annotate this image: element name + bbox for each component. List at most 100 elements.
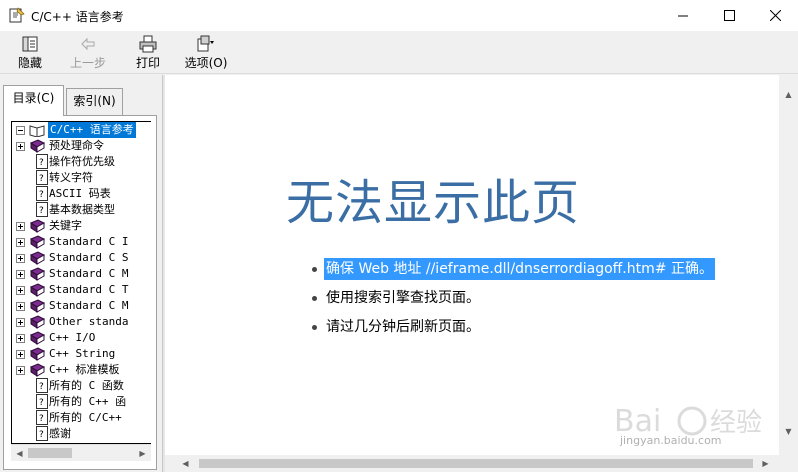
bullet-icon xyxy=(312,325,317,330)
scroll-right-arrow-icon[interactable]: ▶ xyxy=(757,455,774,472)
svg-text:?: ? xyxy=(39,398,44,408)
scrollbar-corner xyxy=(779,455,798,472)
content-horizontal-scrollbar[interactable]: ◀ ▶ xyxy=(165,455,779,472)
tree-scroll-thumb[interactable] xyxy=(28,448,72,458)
tree-item-label: Standard C I xyxy=(49,235,129,248)
tree-item-label: 感谢 xyxy=(49,427,71,440)
options-icon xyxy=(197,35,214,52)
tree-item-label: C++ String xyxy=(49,347,116,360)
tree-item-label: C++ 标准模板 xyxy=(49,363,120,376)
options-label: 选项(O) xyxy=(184,56,228,70)
printer-icon xyxy=(139,35,157,53)
scroll-up-arrow-icon[interactable]: ▲ xyxy=(780,86,797,103)
navigation-pane: 目录(C) 索引(N) C/C++ 语言参考 预处理命令? 操作符优先级? 转义字符?… xyxy=(0,75,162,472)
tree-item-label: C++ I/O xyxy=(49,331,96,344)
close-icon xyxy=(769,10,781,21)
maximize-icon xyxy=(723,10,735,21)
expand-plus-icon[interactable] xyxy=(16,238,25,247)
back-button[interactable]: 上一步 xyxy=(66,32,110,73)
tree-item-label: 关键字 xyxy=(49,219,82,232)
content-scroll-thumb[interactable] xyxy=(199,459,753,468)
minimize-icon xyxy=(677,15,688,17)
closed-book-icon xyxy=(29,139,45,153)
error-heading: 无法显示此页 xyxy=(286,175,581,231)
scroll-left-arrow-icon[interactable]: ◀ xyxy=(11,445,28,462)
tab-index-label: 索引(N) xyxy=(73,94,116,108)
help-page-icon: ? xyxy=(36,170,48,185)
print-button[interactable]: 打印 xyxy=(130,32,166,73)
watermark-url: jingyan.baidu.com xyxy=(620,434,722,447)
contents-tree[interactable]: C/C++ 语言参考 预处理命令? 操作符优先级? 转义字符? ASCII 码表? 基本数… xyxy=(11,121,151,444)
help-app-icon xyxy=(9,7,25,23)
minimize-button[interactable] xyxy=(660,0,706,31)
closed-book-icon xyxy=(29,315,45,329)
svg-text:?: ? xyxy=(39,430,44,440)
closed-book-icon xyxy=(29,267,45,281)
hide-pane-icon xyxy=(22,36,38,52)
tree-item-label: 基本数据类型 xyxy=(49,203,115,216)
help-page-icon: ? xyxy=(36,410,48,425)
bullet-icon xyxy=(312,296,317,301)
tab-contents[interactable]: 目录(C) xyxy=(3,85,64,116)
options-button[interactable]: 选项(O) xyxy=(180,32,232,73)
help-page-icon: ? xyxy=(36,202,48,217)
close-button[interactable] xyxy=(752,0,798,31)
expand-plus-icon[interactable] xyxy=(16,350,25,359)
tree-item-label: 操作符优先级 xyxy=(49,155,115,168)
svg-text:?: ? xyxy=(39,382,44,392)
help-page-icon: ? xyxy=(36,186,48,201)
help-page-icon: ? xyxy=(36,426,48,441)
expand-plus-icon[interactable] xyxy=(16,366,25,375)
expand-plus-icon[interactable] xyxy=(16,302,25,311)
expand-plus-icon[interactable] xyxy=(16,222,25,231)
closed-book-icon xyxy=(29,251,45,265)
closed-book-icon xyxy=(29,283,45,297)
help-page-icon: ? xyxy=(36,378,48,393)
hide-label: 隐藏 xyxy=(17,56,42,70)
closed-book-icon xyxy=(29,235,45,249)
hide-button[interactable]: 隐藏 xyxy=(12,32,48,73)
tree-item-label: Standard C T xyxy=(49,283,129,296)
closed-book-icon xyxy=(29,363,45,377)
tree-item-label: 所有的 C 函数 xyxy=(49,379,124,392)
bullet-icon xyxy=(312,267,317,272)
suggestion-text: 请过几分钟后刷新页面。 xyxy=(326,319,480,335)
tab-index[interactable]: 索引(N) xyxy=(66,88,123,116)
expand-plus-icon[interactable] xyxy=(16,286,25,295)
tab-contents-label: 目录(C) xyxy=(12,91,55,105)
tree-horizontal-scrollbar[interactable]: ◀ ▶ xyxy=(11,444,151,461)
scroll-left-arrow-icon[interactable]: ◀ xyxy=(177,455,194,472)
back-arrow-icon xyxy=(81,37,95,51)
tree-item-label: 所有的 C/C++ xyxy=(49,411,122,424)
help-page-icon: ? xyxy=(36,154,48,169)
open-book-icon xyxy=(29,125,45,137)
expand-plus-icon[interactable] xyxy=(16,318,25,327)
collapse-minus-icon[interactable] xyxy=(16,126,25,135)
tree-item-label: C/C++ 语言参考 xyxy=(48,122,136,138)
window-title: C/C++ 语言参考 xyxy=(31,10,124,24)
tree-item-label: ASCII 码表 xyxy=(49,187,111,200)
svg-text:?: ? xyxy=(39,158,44,168)
svg-text:?: ? xyxy=(39,174,44,184)
tree-item-label: Standard C M xyxy=(49,267,129,280)
contents-panel: C/C++ 语言参考 预处理命令? 操作符优先级? 转义字符? ASCII 码表? 基本数… xyxy=(3,115,157,470)
title-bar: C/C++ 语言参考 xyxy=(0,0,798,31)
help-page-icon: ? xyxy=(36,394,48,409)
tree-item-label: 转义字符 xyxy=(49,171,93,184)
closed-book-icon xyxy=(29,219,45,233)
svg-text:?: ? xyxy=(39,206,44,216)
expand-plus-icon[interactable] xyxy=(16,270,25,279)
print-label: 打印 xyxy=(135,56,160,70)
tree-item-label: Other standa xyxy=(49,315,129,328)
expand-plus-icon[interactable] xyxy=(16,254,25,263)
svg-text:?: ? xyxy=(39,414,44,424)
tree-item-label: Standard C S xyxy=(49,251,129,264)
suggestion-text: 使用搜索引擎查找页面。 xyxy=(326,290,480,306)
maximize-button[interactable] xyxy=(706,0,752,31)
closed-book-icon xyxy=(29,331,45,345)
expand-plus-icon[interactable] xyxy=(16,142,25,151)
back-label: 上一步 xyxy=(69,56,106,70)
expand-plus-icon[interactable] xyxy=(16,334,25,343)
scroll-right-arrow-icon[interactable]: ▶ xyxy=(134,445,151,462)
suggestion-text: 确保 Web 地址 //ieframe.dll/dnserrordiagoff.… xyxy=(324,258,715,280)
